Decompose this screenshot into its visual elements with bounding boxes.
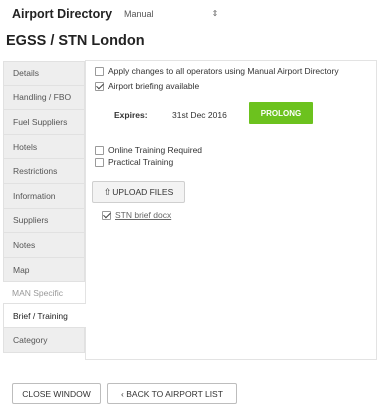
apply-changes-label: Apply changes to all operators using Man… <box>108 66 339 76</box>
page-title: EGSS / STN London <box>6 33 145 49</box>
file-checkbox[interactable] <box>102 210 111 220</box>
sidebar-item-suppliers[interactable]: Suppliers <box>3 208 85 234</box>
sidebar-item-map[interactable]: Map <box>3 257 85 283</box>
directory-select-value: Manual <box>124 9 154 19</box>
briefing-available-checkbox[interactable] <box>95 81 104 91</box>
directory-select[interactable]: Manual ⇕ <box>124 9 218 19</box>
apply-changes-checkbox[interactable] <box>95 66 104 76</box>
apply-changes-row[interactable]: Apply changes to all operators using Man… <box>95 66 339 76</box>
sidebar-item-brief-training[interactable]: Brief / Training <box>3 303 86 328</box>
app-title: Airport Directory <box>12 7 113 21</box>
sidebar-item-restrictions[interactable]: Restrictions <box>3 159 85 184</box>
briefing-available-row[interactable]: Airport briefing available <box>95 81 199 91</box>
online-training-checkbox[interactable] <box>95 145 104 155</box>
sidebar-item-information[interactable]: Information <box>3 183 85 209</box>
brief-training-panel: Apply changes to all operators using Man… <box>85 60 377 360</box>
file-link[interactable]: STN brief docx <box>115 210 171 220</box>
practical-training-row[interactable]: Practical Training <box>95 157 173 167</box>
sidebar-item-category[interactable]: Category <box>3 327 85 353</box>
chevron-updown-icon: ⇕ <box>211 9 219 18</box>
back-to-airport-list-button[interactable]: ‹ BACK TO AIRPORT LIST <box>107 383 237 404</box>
upload-files-button[interactable]: ⇧ UPLOAD FILES <box>92 181 185 203</box>
sidebar: Details Handling / FBO Fuel Suppliers Ho… <box>3 61 86 353</box>
online-training-label: Online Training Required <box>108 145 203 155</box>
online-training-row[interactable]: Online Training Required <box>95 145 202 155</box>
top-bar: Airport Directory Manual ⇕ <box>12 6 218 22</box>
expires-date: 31st Dec 2016 <box>172 110 227 120</box>
sidebar-item-handling-fbo[interactable]: Handling / FBO <box>3 85 85 111</box>
practical-training-label: Practical Training <box>108 157 174 167</box>
sidebar-section-label: MAN Specific <box>12 287 64 298</box>
upload-icon: ⇧ <box>103 186 112 197</box>
file-item: STN brief docx <box>102 210 171 220</box>
sidebar-item-fuel-suppliers[interactable]: Fuel Suppliers <box>3 110 85 135</box>
upload-files-label: UPLOAD FILES <box>112 187 174 197</box>
briefing-available-label: Airport briefing available <box>108 81 200 91</box>
close-window-button[interactable]: CLOSE WINDOW <box>12 383 101 404</box>
sidebar-item-hotels[interactable]: Hotels <box>3 134 85 160</box>
sidebar-item-notes[interactable]: Notes <box>3 233 85 258</box>
prolong-button[interactable]: PROLONG <box>249 102 313 124</box>
expires-label: Expires: <box>114 110 148 120</box>
sidebar-item-details[interactable]: Details <box>3 61 85 86</box>
practical-training-checkbox[interactable] <box>95 157 104 167</box>
